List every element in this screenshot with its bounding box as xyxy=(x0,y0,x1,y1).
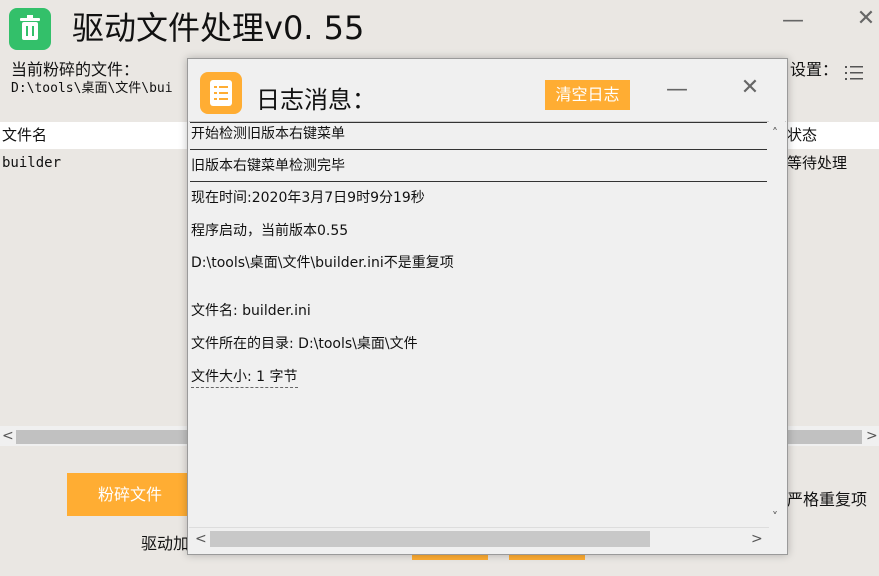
log-dialog: 日志消息： 清空日志 — ✕ 开始检测旧版本右键菜单 旧版本右键菜单检测完毕 现… xyxy=(187,58,788,555)
log-line: 旧版本右键菜单检测完毕 xyxy=(191,158,345,174)
shred-file-button[interactable]: 粉碎文件 xyxy=(67,473,193,516)
scroll-right-icon[interactable]: > xyxy=(866,426,878,446)
dialog-minimize-button[interactable]: — xyxy=(665,79,689,101)
log-scroll-left-icon[interactable]: < xyxy=(195,529,207,549)
list-icon[interactable] xyxy=(845,64,863,82)
scroll-down-icon[interactable]: ˅ xyxy=(772,507,778,527)
log-line: 文件所在的目录: D:\tools\桌面\文件 xyxy=(191,336,418,352)
minimize-button[interactable]: — xyxy=(781,10,805,32)
log-separator xyxy=(190,122,767,123)
column-header-filename[interactable]: 文件名 xyxy=(2,122,47,149)
scroll-left-icon[interactable]: < xyxy=(2,426,14,446)
column-header-status[interactable]: 状态 xyxy=(787,122,817,149)
log-line: 开始检测旧版本右键菜单 xyxy=(191,126,345,142)
log-list-icon xyxy=(200,72,242,114)
log-text-area[interactable]: 开始检测旧版本右键菜单 旧版本右键菜单检测完毕 现在时间:2020年3月7日9时… xyxy=(189,121,786,527)
log-separator xyxy=(190,149,767,150)
close-button[interactable]: ✕ xyxy=(854,8,878,30)
clear-log-button[interactable]: 清空日志 xyxy=(545,80,630,110)
log-line: 程序启动，当前版本0.55 xyxy=(191,223,349,239)
log-line: D:\tools\桌面\文件\builder.ini不是重复项 xyxy=(191,255,454,271)
file-list-hscroll-thumb-right[interactable] xyxy=(787,430,862,444)
log-scroll-right-icon[interactable]: > xyxy=(751,529,763,549)
dialog-close-button[interactable]: ✕ xyxy=(738,77,762,99)
app-trash-icon xyxy=(9,8,51,50)
table-row-filename[interactable]: builder xyxy=(2,153,61,173)
log-hscroll-thumb[interactable] xyxy=(210,531,650,547)
current-file-path: D:\tools\桌面\文件\bui xyxy=(11,81,173,96)
log-dialog-title: 日志消息： xyxy=(256,86,376,114)
app-title: 驱动文件处理v0. 55 xyxy=(72,9,365,47)
settings-label: 设置： xyxy=(790,60,839,79)
scroll-up-icon[interactable]: ˄ xyxy=(772,123,778,143)
log-line: 文件名: builder.ini xyxy=(191,303,311,319)
strict-duplicate-label: 严格重复项 xyxy=(787,490,868,509)
table-row-status: 等待处理 xyxy=(787,154,848,172)
driver-label: 驱动加 xyxy=(141,534,190,553)
log-vscrollbar[interactable] xyxy=(769,121,785,526)
log-line: 现在时间:2020年3月7日9时9分19秒 xyxy=(191,190,425,206)
log-line: 文件大小: 1 字节 xyxy=(191,367,298,388)
current-file-label: 当前粉碎的文件： xyxy=(11,60,140,79)
log-separator xyxy=(190,181,767,182)
